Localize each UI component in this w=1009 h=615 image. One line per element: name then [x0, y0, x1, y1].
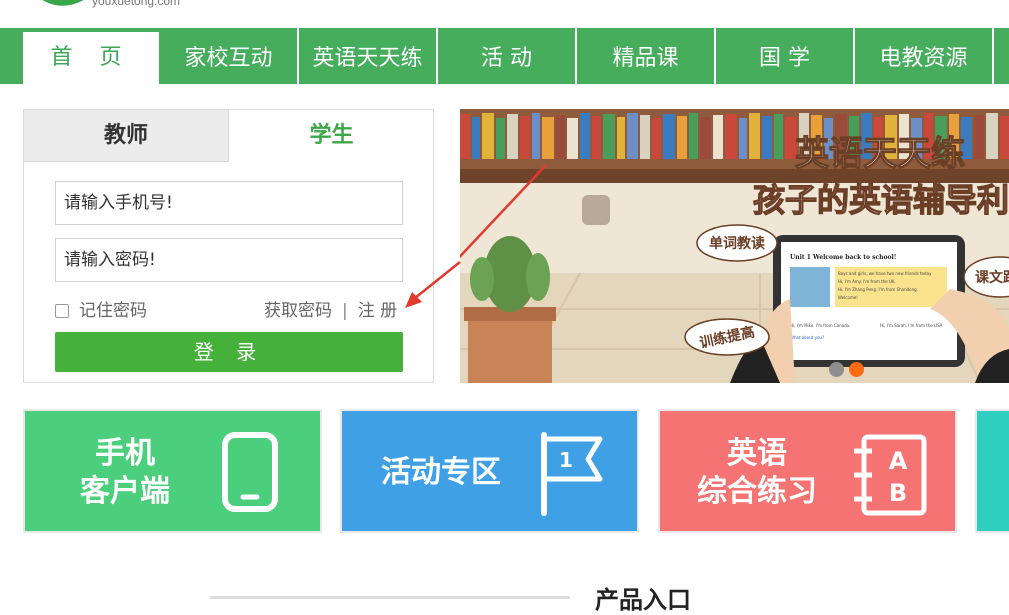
svg-text:Hi, I'm Sarah. I'm from the US: Hi, I'm Sarah. I'm from the USA. — [880, 323, 944, 328]
logo-swoosh-icon — [42, 0, 84, 6]
svg-text:Boys and girls, we have two ne: Boys and girls, we have two new friends … — [838, 271, 932, 276]
section-divider-left — [210, 596, 570, 599]
account-links: 获取密码 | 注 册 — [264, 296, 397, 321]
remember-label: 记住密码 — [79, 301, 147, 321]
register-link[interactable]: 注 册 — [358, 301, 397, 321]
tile-activity-zone[interactable]: 活动专区 1 — [340, 409, 639, 533]
promo-banner[interactable]: Unit 1 Welcome back to school! Boys and … — [460, 109, 1009, 383]
nav-item-daily-english[interactable]: 英语天天练 — [299, 28, 438, 84]
flag-icon: 1 — [541, 432, 603, 516]
banner-title: 英语天天练 — [795, 134, 965, 174]
bubble-text-follow: 课文跟 — [975, 269, 1009, 286]
carousel-dot-1[interactable] — [829, 362, 844, 377]
nav-item-chinese-classics[interactable]: 国 学 — [716, 28, 855, 84]
nav-item-premium-courses[interactable]: 精品课 — [577, 28, 716, 84]
tile-mobile-label-2: 客户端 — [80, 474, 170, 509]
nav-item-edu-resources[interactable]: 电教资源 — [855, 28, 994, 84]
login-button[interactable]: 登 录 — [55, 332, 403, 372]
links-separator: | — [342, 301, 348, 321]
tile-english-label-1: 英语 — [727, 436, 787, 471]
svg-text:Hi, I'm Mike. I'm from Canada.: Hi, I'm Mike. I'm from Canada. — [790, 323, 850, 328]
tab-student[interactable]: 学生 — [229, 110, 434, 162]
tile-partial[interactable] — [975, 409, 1009, 533]
remember-checkbox[interactable] — [55, 304, 69, 318]
nav-item-home[interactable]: 首 页 — [23, 32, 159, 84]
section-title: 产品入口 — [595, 586, 691, 614]
phone-input[interactable]: 请输入手机号! — [55, 181, 403, 225]
nav-item-activities[interactable]: 活 动 — [438, 28, 577, 84]
bubble-word-reading: 单词教读 — [709, 235, 765, 252]
tab-teacher[interactable]: 教师 — [24, 110, 229, 162]
login-panel: 教师 学生 请输入手机号! 请输入密码! 记住密码 获取密码 | 注 册 登 录 — [23, 109, 434, 383]
tile-mobile-client[interactable]: 手机 客户端 — [23, 409, 322, 533]
main-nav: 首 页 家校互动 英语天天练 活 动 精品课 国 学 电教资源 — [0, 28, 1009, 84]
banner-subtitle: 孩子的英语辅导利 — [753, 181, 1009, 219]
tablet-heading: Unit 1 Welcome back to school! — [790, 254, 896, 261]
site-logo[interactable]: youxuetong.com — [30, 0, 220, 18]
flag-icon-number: 1 — [559, 448, 573, 472]
tile-english-label-2: 综合练习 — [697, 474, 817, 509]
phone-icon — [222, 432, 278, 512]
remember-password[interactable]: 记住密码 — [55, 296, 147, 321]
svg-text:Welcome!: Welcome! — [838, 295, 858, 300]
tile-english-practice[interactable]: 英语 综合练习 A B — [658, 409, 957, 533]
banner-illustration: Unit 1 Welcome back to school! Boys and … — [460, 109, 1009, 383]
svg-text:Hi, I'm Zhang Peng. I'm from S: Hi, I'm Zhang Peng. I'm from Shandong. — [838, 287, 918, 292]
tile-mobile-label-1: 手机 — [95, 436, 155, 471]
book-icon-letter-a: A — [889, 447, 908, 475]
password-input[interactable]: 请输入密码! — [55, 238, 403, 282]
nav-item-home-school[interactable]: 家校互动 — [160, 28, 299, 84]
carousel-dot-2-active[interactable] — [849, 362, 864, 377]
svg-text:Hi, I'm Amy. I'm from the UK.: Hi, I'm Amy. I'm from the UK. — [838, 279, 896, 284]
logo-url: youxuetong.com — [92, 0, 181, 8]
book-icon-letter-b: B — [889, 479, 907, 507]
tile-activity-label: 活动专区 — [381, 455, 501, 490]
product-entry-section: 产品入口 — [210, 582, 770, 614]
annotation-arrow-icon — [405, 261, 461, 308]
book-ab-icon: A B — [854, 434, 927, 516]
svg-text:What about you?: What about you? — [790, 335, 824, 340]
get-password-link[interactable]: 获取密码 — [264, 301, 332, 321]
